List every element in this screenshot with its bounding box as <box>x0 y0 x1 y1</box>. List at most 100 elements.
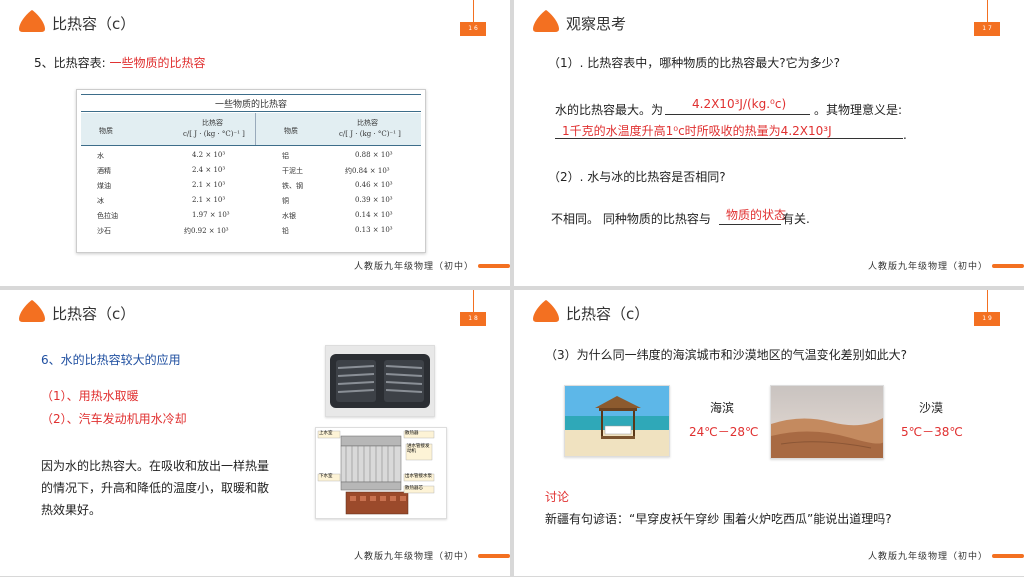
answer-1-meaning: 1千克的水温度升高1⁰c时所吸收的热量为4.2X10³J <box>562 124 832 138</box>
answer-1-prefix: 水的比热容最大。为 <box>555 103 664 117</box>
proverb-question: 新疆有句谚语：“早穿皮袄午穿纱 围着火炉吃西瓜”能说出道理吗? <box>545 512 892 526</box>
orange-logo-icon <box>19 300 45 322</box>
table-cell: 铝 <box>282 152 289 160</box>
page-number: 1 8 <box>460 312 486 326</box>
slide-title: 观察思考 <box>566 15 627 33</box>
coast-temperature: 24℃－28℃ <box>689 425 759 439</box>
page-marker-line <box>987 0 988 22</box>
table-cell: 水银 <box>282 212 296 220</box>
beach-image <box>564 385 670 457</box>
page-number: 1 7 <box>974 22 1000 36</box>
table-cell: 干泥土 <box>282 167 303 175</box>
orange-logo-icon <box>533 10 559 32</box>
coast-label: 海滨 <box>710 401 735 415</box>
table-cell: 1.97 × 10³ <box>192 211 230 219</box>
page-marker-line <box>987 290 988 312</box>
table-title: 一些物质的比热容 <box>214 100 287 110</box>
question-1: （1）. 比热容表中，哪种物质的比热容最大?它为多少? <box>548 56 841 70</box>
footer-text: 人教版九年级物理（初中） <box>353 552 474 562</box>
orange-logo-icon <box>533 300 559 322</box>
answer-2-fill: 物质的状态 <box>726 208 787 222</box>
orange-logo-icon <box>19 10 45 32</box>
radiator-diagram: 上水室 散热器 进水管接发动机 下水室 出水管接水泵 散热器芯 <box>315 427 447 519</box>
slide-17[interactable]: 观察思考 1 7 （1）. 比热容表中，哪种物质的比热容最大?它为多少? 水的比… <box>514 0 1024 286</box>
table-divider <box>255 113 256 145</box>
period: . <box>903 128 907 142</box>
answer-1-fill: 4.2X10³J/(kg.⁰c) <box>692 97 787 111</box>
header-c: 比热容 <box>202 119 223 127</box>
answer-2-prefix: 不相同。 同种物质的比热容与 <box>551 212 711 226</box>
footer-text: 人教版九年级物理（初中） <box>867 552 988 562</box>
slide-title: 比热容（c） <box>566 305 650 323</box>
table-cell: 0.88 × 10³ <box>355 151 393 159</box>
table-cell: 0.46 × 10³ <box>355 181 393 189</box>
table-rule <box>81 145 421 146</box>
car-air-vent-image <box>325 345 435 417</box>
diagram-label: 出水管接水泵 <box>405 474 432 479</box>
footer-bar <box>478 554 510 558</box>
footer-bar <box>992 554 1024 558</box>
table-cell: 4.2 × 10³ <box>192 151 226 159</box>
page-number: 1 6 <box>460 22 486 36</box>
header-substance: 物质 <box>99 127 113 135</box>
table-cell: 水 <box>97 152 104 160</box>
header-c: 比热容 <box>357 119 378 127</box>
table-cell: 酒精 <box>97 167 111 175</box>
explanation-line: 的情况下，升高和降低的温度小，取暖和散 <box>41 481 270 495</box>
slide-title: 比热容（c） <box>52 305 136 323</box>
heading-prefix: 5、比热容表: <box>34 56 106 70</box>
footer-bar <box>478 264 510 268</box>
table-cell: 冰 <box>97 197 104 205</box>
question-3: （3）为什么同一纬度的海滨城市和沙漠地区的气温变化差别如此大? <box>545 348 908 362</box>
table-cell: 2.1 × 10³ <box>192 181 226 189</box>
table-rule <box>81 94 421 95</box>
desert-temperature: 5℃－38℃ <box>901 425 963 439</box>
table-cell: 煤油 <box>97 182 111 190</box>
diagram-label: 进水管接发动机 <box>407 444 430 454</box>
table-cell: 铜 <box>282 197 289 205</box>
page-marker-line <box>473 290 474 312</box>
header-substance: 物质 <box>284 127 298 135</box>
question-2: （2）. 水与冰的比热容是否相同? <box>548 170 726 184</box>
diagram-label: 下水室 <box>319 474 333 479</box>
page-marker-line <box>473 0 474 22</box>
section-heading: 5、比热容表: 一些物质的比热容 <box>34 54 206 71</box>
footer-text: 人教版九年级物理（初中） <box>353 262 474 272</box>
table-cell: 0.14 × 10³ <box>355 211 393 219</box>
diagram-label: 上水室 <box>319 431 333 436</box>
explanation-line: 因为水的比热容大。在吸收和放出一样热量 <box>41 459 270 473</box>
table-cell: 约0.92 × 10³ <box>184 227 229 235</box>
table-cell: 约0.84 × 10³ <box>345 167 390 175</box>
table-rule <box>81 111 421 112</box>
desert-image <box>770 385 884 459</box>
discussion-label: 讨论 <box>545 490 570 504</box>
table-cell: 色拉油 <box>97 212 118 220</box>
section-heading: 6、水的比热容较大的应用 <box>41 353 181 367</box>
slide-19[interactable]: 比热容（c） 1 9 （3）为什么同一纬度的海滨城市和沙漠地区的气温变化差别如此… <box>514 290 1024 576</box>
specific-heat-table: 一些物质的比热容 物质 比热容 c/[ J · (kg · °C)⁻¹ ] 物质… <box>76 89 426 253</box>
application-item: （1）、用热水取暖 <box>41 389 139 403</box>
table-cell: 铅 <box>282 227 289 235</box>
slide-16[interactable]: 比热容（c） 1 6 5、比热容表: 一些物质的比热容 一些物质的比热容 物质 … <box>0 0 510 286</box>
footer-bar <box>992 264 1024 268</box>
answer-2-suffix: 有关. <box>782 212 810 226</box>
desert-label: 沙漠 <box>919 401 944 415</box>
explanation-line: 热效果好。 <box>41 503 102 517</box>
slide-title: 比热容（c） <box>52 15 136 33</box>
table-cell: 0.39 × 10³ <box>355 196 393 204</box>
blank-underline <box>665 114 810 115</box>
answer-1-suffix: 。其物理意义是: <box>814 103 903 117</box>
table-cell: 2.1 × 10³ <box>192 196 226 204</box>
blank-underline <box>719 224 781 225</box>
application-item: （2）、汽车发动机用水冷却 <box>41 412 187 426</box>
table-cell: 沙石 <box>97 227 111 235</box>
table-cell: 铁、钢 <box>282 182 303 190</box>
slide-18[interactable]: 比热容（c） 1 8 6、水的比热容较大的应用 （1）、用热水取暖 （2）、汽车… <box>0 290 510 576</box>
diagram-label: 散热器 <box>405 431 419 436</box>
header-c-unit: c/[ J · (kg · °C)⁻¹ ] <box>339 130 401 138</box>
header-c-unit: c/[ J · (kg · °C)⁻¹ ] <box>183 130 245 138</box>
diagram-label: 散热器芯 <box>405 486 423 491</box>
footer-text: 人教版九年级物理（初中） <box>867 262 988 272</box>
heading-red: 一些物质的比热容 <box>109 56 206 70</box>
table-cell: 0.13 × 10³ <box>355 226 393 234</box>
